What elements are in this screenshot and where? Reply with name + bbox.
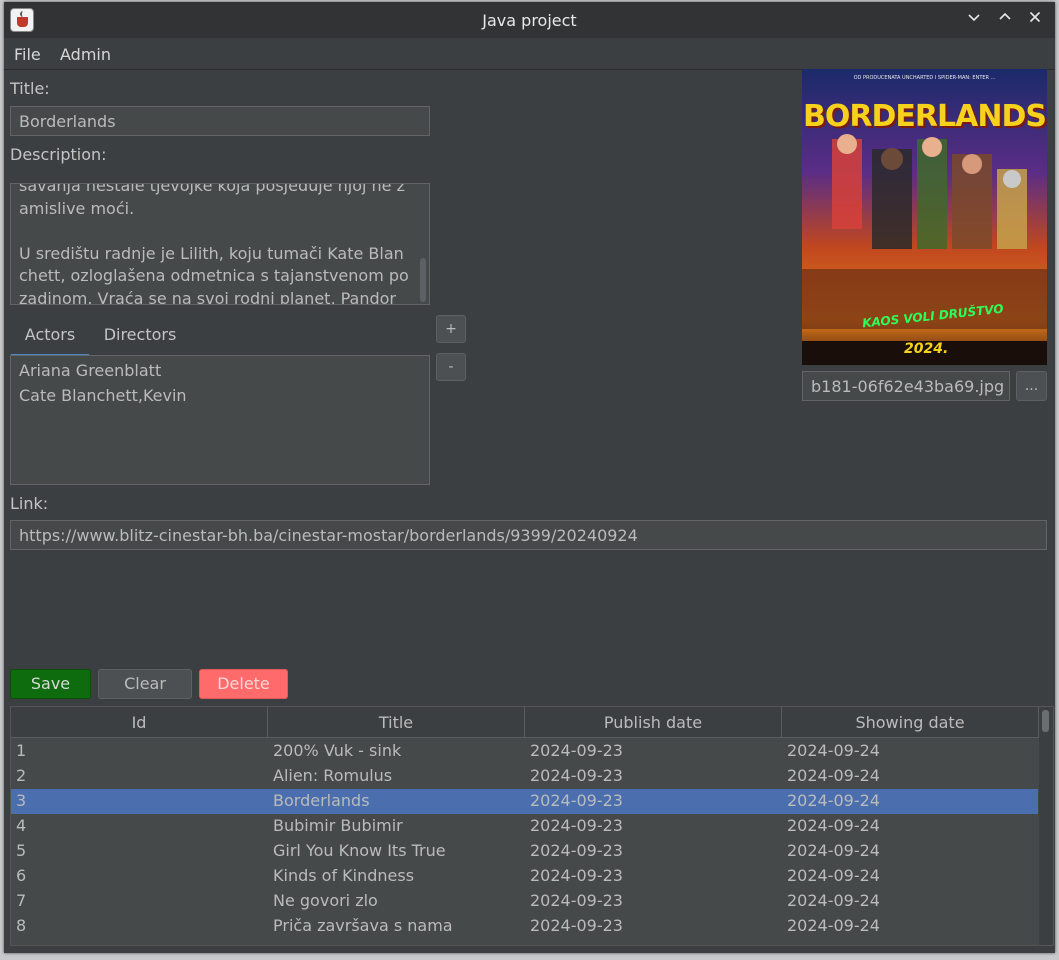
column-header-title[interactable]: Title [268,707,525,738]
table-scrollbar[interactable] [1039,707,1053,945]
cell-title: Girl You Know Its True [273,841,446,860]
cell-id: 6 [16,866,27,885]
cell-publish-date: 2024-09-23 [530,841,623,860]
cell-id: 8 [16,916,27,935]
cell-title: Borderlands [273,791,370,810]
cell-id: 2 [16,766,27,785]
column-header-showing-date[interactable]: Showing date [782,707,1039,738]
cell-title: Kinds of Kindness [273,866,415,885]
tab-directors[interactable]: Directors [96,324,184,354]
cell-showing-date: 2024-09-24 [787,766,880,785]
save-button[interactable]: Save [10,669,91,699]
list-item[interactable]: Cate Blanchett,Kevin [19,386,187,405]
menu-bar: File Admin [4,38,1055,70]
remove-actor-button[interactable]: - [436,353,466,381]
table-row[interactable]: 6 Kinds of Kindness 2024-09-23 2024-09-2… [11,864,1038,889]
cell-id: 3 [16,791,27,810]
cell-publish-date: 2024-09-23 [530,866,623,885]
title-bar[interactable]: Java project [4,2,1055,38]
table-row[interactable]: 5 Girl You Know Its True 2024-09-23 2024… [11,839,1038,864]
minimize-icon[interactable] [962,8,986,32]
tab-actors[interactable]: Actors [11,324,89,357]
list-item[interactable]: Ariana Greenblatt [19,361,161,380]
cell-publish-date: 2024-09-23 [530,791,623,810]
title-label: Title: [10,79,50,98]
cell-publish-date: 2024-09-23 [530,916,623,935]
clear-button[interactable]: Clear [98,669,192,699]
delete-button[interactable]: Delete [199,669,288,699]
cell-id: 5 [16,841,27,860]
movies-table[interactable]: Id Title Publish date Showing date 1 200… [10,706,1054,946]
title-input[interactable]: Borderlands [10,106,430,136]
cell-publish-date: 2024-09-23 [530,741,623,760]
main-window: Java project File Admin Title: Borderlan… [4,2,1055,953]
cell-id: 7 [16,891,27,910]
menu-admin[interactable]: Admin [60,45,111,64]
cell-title: 200% Vuk - sink [273,741,402,760]
add-actor-button[interactable]: + [436,315,466,343]
poster-title-text: BORDERLANDS [803,99,1047,134]
cell-title: Bubimir Bubimir [273,816,403,835]
cell-title: Alien: Romulus [273,766,393,785]
description-text: savanja nestale tjevojke koja posjeduje … [19,183,409,305]
table-row[interactable]: 2 Alien: Romulus 2024-09-23 2024-09-24 [11,764,1038,789]
cell-showing-date: 2024-09-24 [787,916,880,935]
cell-showing-date: 2024-09-24 [787,816,880,835]
description-textarea[interactable]: savanja nestale tjevojke koja posjeduje … [10,183,430,305]
cell-showing-date: 2024-09-24 [787,891,880,910]
table-row[interactable]: 4 Bubimir Bubimir 2024-09-23 2024-09-24 [11,814,1038,839]
column-header-publish-date[interactable]: Publish date [525,707,782,738]
cell-id: 1 [16,741,27,760]
movie-poster-image: OD PRODUCENATA UNCHARTED I SPIDER-MAN: E… [802,69,1047,365]
cell-publish-date: 2024-09-23 [530,766,623,785]
cell-showing-date: 2024-09-24 [787,791,880,810]
menu-file[interactable]: File [14,45,41,64]
poster-year-text: 2024. [904,341,949,357]
table-row[interactable]: 1 200% Vuk - sink 2024-09-23 2024-09-24 [11,739,1038,764]
actors-list[interactable]: Ariana Greenblatt Cate Blanchett,Kevin [10,355,430,485]
maximize-icon[interactable] [993,8,1017,32]
link-input[interactable]: https://www.blitz-cinestar-bh.ba/cinesta… [10,520,1047,550]
link-label: Link: [10,494,49,513]
window-title: Java project [482,11,577,30]
close-icon[interactable] [1023,8,1047,32]
description-label: Description: [10,145,107,164]
cell-title: Ne govori zlo [273,891,378,910]
poster-top-text: OD PRODUCENATA UNCHARTED I SPIDER-MAN: E… [853,75,996,81]
cell-publish-date: 2024-09-23 [530,891,623,910]
table-row[interactable]: 7 Ne govori zlo 2024-09-23 2024-09-24 [11,889,1038,914]
column-header-id[interactable]: Id [11,707,268,738]
cell-showing-date: 2024-09-24 [787,866,880,885]
cell-id: 4 [16,816,27,835]
description-scrollbar[interactable] [419,186,427,302]
image-file-input[interactable]: b181-06f62e43ba69.jpg [802,371,1010,401]
table-row-selected[interactable]: 3 Borderlands 2024-09-23 2024-09-24 [11,789,1038,814]
cell-publish-date: 2024-09-23 [530,816,623,835]
cell-showing-date: 2024-09-24 [787,841,880,860]
table-row[interactable]: 8 Priča završava s nama 2024-09-23 2024-… [11,914,1038,939]
cell-title: Priča završava s nama [273,916,453,935]
cell-showing-date: 2024-09-24 [787,741,880,760]
browse-image-button[interactable]: ... [1016,371,1047,401]
